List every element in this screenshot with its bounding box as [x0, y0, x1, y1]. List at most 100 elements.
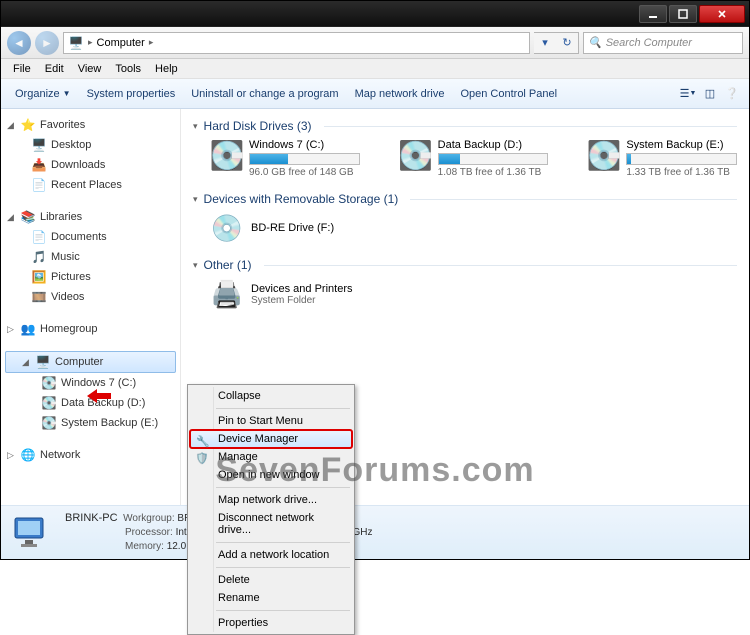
refresh-button[interactable]: ↻ — [556, 33, 578, 53]
recent-icon: 📄 — [31, 177, 47, 193]
collapse-icon: ▾ — [193, 121, 198, 132]
drive-icon: 💽 — [211, 139, 243, 171]
nav-drive-e[interactable]: 💽System Backup (E:) — [3, 413, 178, 433]
ctx-properties[interactable]: Properties — [190, 614, 352, 632]
menu-edit[interactable]: Edit — [39, 61, 70, 77]
favorites-header[interactable]: ◢⭐Favorites — [3, 115, 178, 135]
nav-downloads[interactable]: 📥Downloads — [3, 155, 178, 175]
menubar: File Edit View Tools Help — [1, 59, 749, 79]
history-dropdown-button[interactable]: ▾ — [534, 33, 556, 53]
nav-videos[interactable]: 🎞️Videos — [3, 287, 178, 307]
minimize-button[interactable] — [639, 5, 667, 23]
breadcrumb[interactable]: Computer — [97, 37, 145, 49]
capacity-bar — [249, 153, 360, 165]
music-icon: 🎵 — [31, 249, 47, 265]
nav-documents[interactable]: 📄Documents — [3, 227, 178, 247]
menu-tools[interactable]: Tools — [109, 61, 147, 77]
close-button[interactable] — [699, 5, 745, 23]
drive-icon: 💽 — [588, 139, 620, 171]
pictures-icon: 🖼️ — [31, 269, 47, 285]
menu-view[interactable]: View — [72, 61, 108, 77]
maximize-button[interactable] — [669, 5, 697, 23]
nav-drive-d[interactable]: 💽Data Backup (D:) — [3, 393, 178, 413]
device-manager-icon: 🔧 — [195, 433, 211, 449]
drive-c[interactable]: 💽 Windows 7 (C:) 96.0 GB free of 148 GB — [211, 139, 360, 178]
help-button[interactable]: ❔ — [721, 83, 743, 105]
address-bar-row: ◄ ► 🖥️ ▸ Computer ▸ ▾ ↻ 🔍 Search Compute… — [1, 27, 749, 59]
nav-music[interactable]: 🎵Music — [3, 247, 178, 267]
other-section-header[interactable]: ▾Other (1) — [193, 258, 737, 272]
manage-icon: 🛡️ — [194, 450, 210, 466]
nav-pane: ◢⭐Favorites 🖥️Desktop 📥Downloads 📄Recent… — [1, 109, 181, 505]
ctx-map-drive[interactable]: Map network drive... — [190, 491, 352, 509]
libraries-header[interactable]: ◢📚Libraries — [3, 207, 178, 227]
downloads-icon: 📥 — [31, 157, 47, 173]
search-input[interactable]: 🔍 Search Computer — [583, 32, 743, 54]
drive-d[interactable]: 💽 Data Backup (D:) 1.08 TB free of 1.36 … — [400, 139, 549, 178]
ctx-add-network[interactable]: Add a network location — [190, 546, 352, 564]
ctx-collapse[interactable]: Collapse — [190, 387, 352, 405]
ctx-open-new[interactable]: Open in new window — [190, 466, 352, 484]
expander-icon: ▷ — [5, 450, 16, 461]
titlebar — [1, 1, 749, 27]
computer-large-icon — [11, 512, 53, 554]
details-pane: BRINK-PC Workgroup: BRINKGROUP Processor… — [1, 505, 749, 559]
ctx-pin[interactable]: Pin to Start Menu — [190, 412, 352, 430]
documents-icon: 📄 — [31, 229, 47, 245]
chevron-down-icon: ▼ — [63, 89, 71, 98]
hdd-section-header[interactable]: ▾Hard Disk Drives (3) — [193, 119, 737, 133]
drive-icon: 💽 — [41, 415, 57, 431]
expander-icon: ▷ — [5, 324, 16, 335]
devices-printers-icon: 🖨️ — [211, 278, 243, 310]
drive-icon: 💽 — [41, 395, 57, 411]
star-icon: ⭐ — [20, 117, 36, 133]
nav-computer[interactable]: ◢🖥️Computer — [5, 351, 176, 373]
map-drive-button[interactable]: Map network drive — [347, 84, 453, 104]
explorer-window: ◄ ► 🖥️ ▸ Computer ▸ ▾ ↻ 🔍 Search Compute… — [0, 0, 750, 560]
breadcrumb-sep-icon: ▸ — [88, 37, 93, 48]
drive-e[interactable]: 💽 System Backup (E:) 1.33 TB free of 1.3… — [588, 139, 737, 178]
network-header[interactable]: ▷🌐Network — [3, 445, 178, 465]
expander-icon: ◢ — [5, 120, 16, 131]
search-placeholder: Search Computer — [606, 37, 692, 49]
system-properties-button[interactable]: System properties — [79, 84, 184, 104]
ctx-manage[interactable]: 🛡️Manage — [190, 448, 352, 466]
uninstall-button[interactable]: Uninstall or change a program — [183, 84, 346, 104]
preview-pane-button[interactable]: ◫ — [699, 83, 721, 105]
removable-section-header[interactable]: ▾Devices with Removable Storage (1) — [193, 192, 737, 206]
nav-desktop[interactable]: 🖥️Desktop — [3, 135, 178, 155]
nav-recent[interactable]: 📄Recent Places — [3, 175, 178, 195]
collapse-icon: ▾ — [193, 194, 198, 205]
organize-button[interactable]: Organize ▼ — [7, 84, 79, 104]
ctx-rename[interactable]: Rename — [190, 589, 352, 607]
drive-icon: 💽 — [41, 375, 57, 391]
ctx-device-manager[interactable]: 🔧Device Manager — [190, 430, 352, 448]
nav-pictures[interactable]: 🖼️Pictures — [3, 267, 178, 287]
forward-button[interactable]: ► — [35, 31, 59, 55]
videos-icon: 🎞️ — [31, 289, 47, 305]
bd-drive[interactable]: 💿 BD-RE Drive (F:) — [211, 212, 737, 244]
homegroup-header[interactable]: ▷👥Homegroup — [3, 319, 178, 339]
network-icon: 🌐 — [20, 447, 36, 463]
capacity-bar — [438, 153, 549, 165]
expander-icon: ◢ — [20, 357, 31, 368]
breadcrumb-sep-icon: ▸ — [149, 37, 154, 48]
view-mode-button[interactable]: ☰▼ — [677, 83, 699, 105]
optical-drive-icon: 💿 — [211, 212, 243, 244]
drive-icon: 💽 — [400, 139, 432, 171]
devices-printers[interactable]: 🖨️ Devices and Printers System Folder — [211, 278, 737, 310]
ctx-disconnect[interactable]: Disconnect network drive... — [190, 509, 352, 539]
desktop-icon: 🖥️ — [31, 137, 47, 153]
address-bar[interactable]: 🖥️ ▸ Computer ▸ — [63, 32, 530, 54]
menu-file[interactable]: File — [7, 61, 37, 77]
search-icon: 🔍 — [588, 36, 602, 49]
menu-help[interactable]: Help — [149, 61, 184, 77]
back-button[interactable]: ◄ — [7, 31, 31, 55]
toolbar: Organize ▼ System properties Uninstall o… — [1, 79, 749, 109]
nav-drive-c[interactable]: 💽Windows 7 (C:) — [3, 373, 178, 393]
context-menu: Collapse Pin to Start Menu 🔧Device Manag… — [187, 384, 355, 635]
computer-icon: 🖥️ — [68, 35, 84, 51]
capacity-bar — [626, 153, 737, 165]
open-control-panel-button[interactable]: Open Control Panel — [452, 84, 565, 104]
homegroup-icon: 👥 — [20, 321, 36, 337]
